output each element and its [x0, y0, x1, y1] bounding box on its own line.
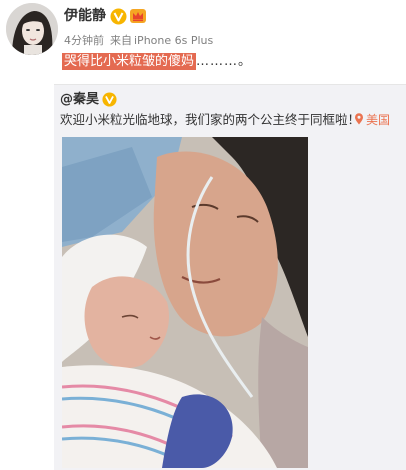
- post-photo[interactable]: [62, 137, 308, 468]
- avatar[interactable]: [6, 3, 58, 55]
- author-name[interactable]: 伊能静: [64, 6, 106, 26]
- repost-box: @秦昊 欢迎小米粒光临地球，我们家的两个公主终于同框啦！ 美国: [54, 84, 406, 470]
- post-meta: 4分钟前 来自 iPhone 6s Plus: [64, 33, 213, 49]
- post-text: 哭得比小米粒皱的傻妈………。: [62, 53, 252, 71]
- avatar-image: [6, 3, 58, 55]
- source-prefix: 来自: [110, 34, 132, 47]
- repost-author[interactable]: @秦昊: [60, 91, 99, 109]
- repost-text: 欢迎小米粒光临地球，我们家的两个公主终于同框啦！: [60, 112, 361, 127]
- location-label: 美国: [366, 113, 391, 127]
- weibo-post: 伊能静 4分钟前 来自 iPhone 6s Plus 哭得比小米粒皱的傻妈………。 …: [0, 0, 406, 470]
- post-text-trail: ………。: [196, 54, 253, 69]
- crown-icon[interactable]: [129, 7, 147, 25]
- location-link[interactable]: 美国: [354, 111, 390, 129]
- verified-badge-icon: [110, 8, 127, 25]
- photo-image: [62, 137, 308, 468]
- post-time[interactable]: 4分钟前: [64, 34, 104, 47]
- highlighted-text: 哭得比小米粒皱的傻妈: [62, 53, 197, 70]
- location-pin-icon: [355, 113, 363, 125]
- verified-badge-icon: [102, 92, 117, 107]
- post-source[interactable]: iPhone 6s Plus: [134, 34, 213, 47]
